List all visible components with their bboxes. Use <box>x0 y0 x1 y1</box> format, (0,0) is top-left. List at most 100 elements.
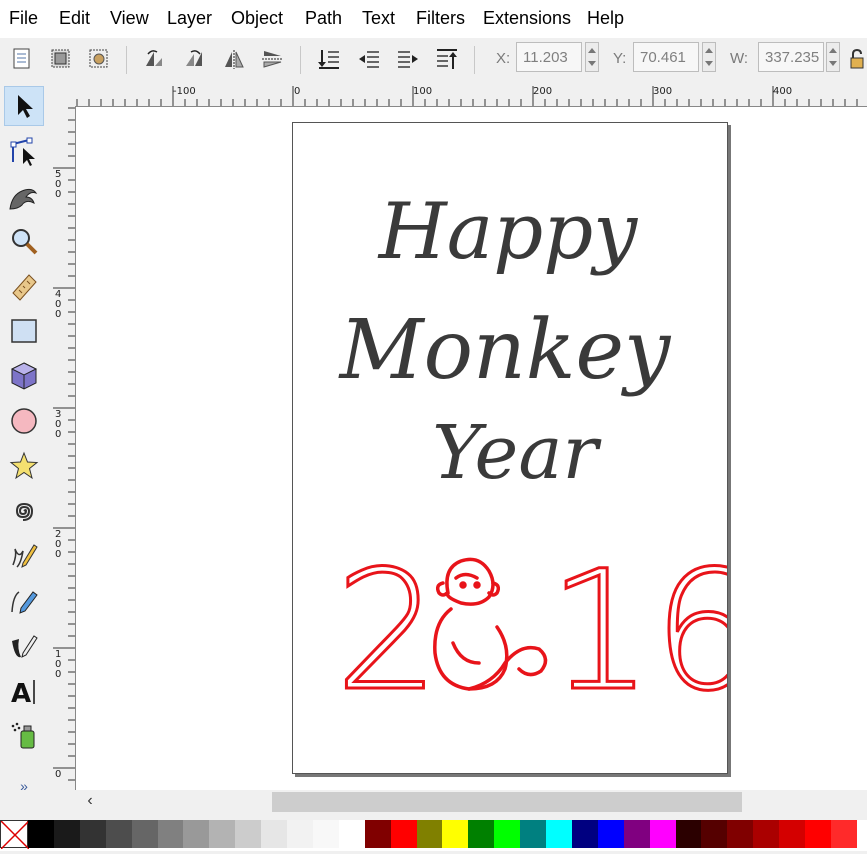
node-tool-icon[interactable] <box>4 131 44 171</box>
menu-filters[interactable]: Filters <box>416 8 465 29</box>
h-ruler-label: 200 <box>533 86 553 97</box>
y-input[interactable]: 70.461 <box>633 42 699 72</box>
color-swatch[interactable] <box>287 820 313 848</box>
color-swatch[interactable] <box>79 820 106 848</box>
color-swatch[interactable] <box>183 820 210 848</box>
selector-tool-icon[interactable] <box>4 86 44 126</box>
zoom-tool-icon[interactable] <box>4 221 44 261</box>
color-swatch[interactable] <box>157 820 184 848</box>
spray-tool-icon[interactable] <box>4 716 44 756</box>
tweak-tool-icon[interactable] <box>4 176 44 216</box>
scrollbar-thumb[interactable] <box>272 792 742 812</box>
pencil-tool-icon[interactable] <box>4 536 44 576</box>
menu-extensions[interactable]: Extensions <box>483 8 571 29</box>
lower-icon[interactable] <box>354 44 384 74</box>
3d-box-tool-icon[interactable] <box>4 356 44 396</box>
x-input[interactable]: 11.203 <box>516 42 582 72</box>
more-tools-button[interactable]: » <box>4 776 44 796</box>
v-ruler-label: 200 <box>55 529 62 560</box>
color-swatch[interactable] <box>261 820 288 848</box>
menu-bar: File Edit View Layer Object Path Text Fi… <box>0 0 867 38</box>
calligraphy-tool-icon[interactable] <box>4 626 44 666</box>
deselect-icon[interactable] <box>84 44 114 74</box>
color-swatch[interactable] <box>520 820 547 848</box>
rotate-cw-icon[interactable] <box>179 44 209 74</box>
select-all-layers-icon[interactable] <box>46 44 76 74</box>
artwork: Happy Monkey Year 2 16 <box>334 187 760 729</box>
y-spin-button[interactable] <box>702 42 716 72</box>
menu-help[interactable]: Help <box>587 8 624 29</box>
no-paint-swatch[interactable] <box>0 820 30 850</box>
color-swatch[interactable] <box>649 820 676 848</box>
color-swatch[interactable] <box>468 820 495 848</box>
color-swatch[interactable] <box>209 820 236 848</box>
color-swatch[interactable] <box>753 820 780 848</box>
menu-edit[interactable]: Edit <box>59 8 90 29</box>
year-text[interactable]: Year <box>432 410 602 496</box>
menu-layer[interactable]: Layer <box>167 8 212 29</box>
scroll-left-icon[interactable]: ‹ <box>82 792 98 810</box>
color-swatch[interactable] <box>105 820 132 848</box>
pen-tool-icon[interactable] <box>4 581 44 621</box>
rectangle-tool-icon[interactable] <box>4 311 44 351</box>
document-page[interactable]: Happy Monkey Year 2 16 <box>292 122 760 774</box>
color-swatch[interactable] <box>131 820 158 848</box>
year-2016-art[interactable]: 2 16 <box>334 534 760 729</box>
color-swatch[interactable] <box>28 820 54 848</box>
menu-file[interactable]: File <box>9 8 38 29</box>
color-swatch[interactable] <box>494 820 521 848</box>
color-swatch[interactable] <box>416 820 443 848</box>
color-swatch[interactable] <box>571 820 598 848</box>
w-input[interactable]: 337.235 <box>758 42 824 72</box>
ellipse-tool-icon[interactable] <box>4 401 44 441</box>
color-swatch[interactable] <box>805 820 831 848</box>
lower-to-bottom-icon[interactable] <box>314 44 344 74</box>
svg-text:A: A <box>11 679 31 706</box>
color-swatch[interactable] <box>364 820 391 848</box>
flip-vertical-icon[interactable] <box>258 44 288 74</box>
h-ruler-label: 400 <box>773 86 793 97</box>
spiral-tool-icon[interactable] <box>4 491 44 531</box>
drawing-canvas[interactable]: Happy Monkey Year 2 16 <box>76 107 867 790</box>
x-spin-button[interactable] <box>585 42 599 72</box>
tool-controls-bar: X: 11.203 Y: 70.461 W: 337.235 <box>0 38 867 82</box>
measure-tool-icon[interactable] <box>4 266 44 306</box>
color-swatch[interactable] <box>597 820 624 848</box>
raise-icon[interactable] <box>393 44 423 74</box>
color-swatch[interactable] <box>701 820 728 848</box>
w-spin-button[interactable] <box>826 42 840 72</box>
star-tool-icon[interactable] <box>4 446 44 486</box>
greeting-text[interactable]: Happy Monkey Year <box>338 187 672 496</box>
menu-view[interactable]: View <box>110 8 149 29</box>
vertical-ruler: 500 400 300 200 100 0 <box>53 106 76 790</box>
horizontal-scrollbar[interactable]: ‹ <box>76 790 867 812</box>
h-ruler-label: 0 <box>294 86 301 97</box>
color-swatch[interactable] <box>727 820 754 848</box>
color-swatch[interactable] <box>442 820 469 848</box>
color-swatch[interactable] <box>779 820 806 848</box>
happy-text[interactable]: Happy <box>377 187 638 277</box>
select-all-icon[interactable] <box>7 44 37 74</box>
color-swatch[interactable] <box>546 820 572 848</box>
color-swatch[interactable] <box>390 820 417 848</box>
color-swatch[interactable] <box>235 820 262 848</box>
color-swatch[interactable] <box>623 820 650 848</box>
color-swatch[interactable] <box>830 820 857 848</box>
digit-2: 2 <box>335 535 440 727</box>
menu-text[interactable]: Text <box>362 8 395 29</box>
rotate-ccw-icon[interactable] <box>139 44 169 74</box>
color-swatch[interactable] <box>338 820 365 848</box>
color-swatch[interactable] <box>53 820 80 848</box>
v-ruler-label: 100 <box>55 649 62 680</box>
toolbar-separator <box>474 46 475 74</box>
menu-object[interactable]: Object <box>231 8 283 29</box>
flip-horizontal-icon[interactable] <box>219 44 249 74</box>
raise-to-top-icon[interactable] <box>432 44 462 74</box>
lock-icon[interactable] <box>847 44 867 74</box>
color-palette <box>0 820 867 851</box>
monkey-text[interactable]: Monkey <box>338 303 672 398</box>
color-swatch[interactable] <box>675 820 702 848</box>
color-swatch[interactable] <box>312 820 339 848</box>
menu-path[interactable]: Path <box>305 8 342 29</box>
text-tool-icon[interactable]: A <box>4 671 44 711</box>
